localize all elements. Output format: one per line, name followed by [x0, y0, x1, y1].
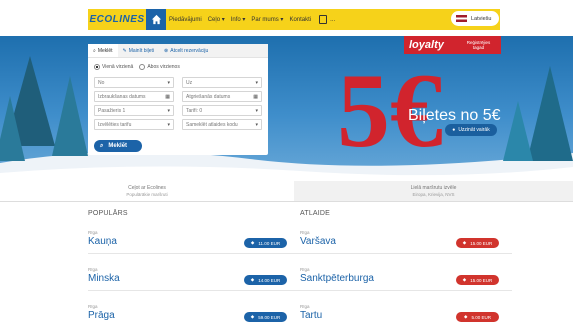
hero-banner: 5€ Biļetes no 5€ ● Uzzināt vairāk	[0, 36, 573, 181]
latvia-flag-icon	[456, 15, 467, 22]
price-button[interactable]: ◆ 15.00 EUR	[456, 238, 499, 248]
cart-icon: ◆	[250, 314, 255, 319]
radio-dot	[94, 64, 100, 70]
chevron-down-icon: ▾	[255, 121, 258, 128]
loyalty-subtitle: Reģistrējies tagad	[466, 39, 491, 50]
promo-code-select[interactable]: Sameklēt atlaides kodu ▾	[182, 119, 262, 130]
search-button-label: Meklēt	[108, 143, 128, 149]
price-button[interactable]: ◆ 14.00 EUR	[244, 275, 287, 285]
radio-return[interactable]: Abos virzienos	[139, 64, 180, 70]
language-selector[interactable]: Latviešu	[451, 11, 499, 26]
nav-item-info[interactable]: Info ▾	[231, 16, 246, 23]
search-form: ⌕ Meklēt ✎ Mainīt biļeti ⊗ Atcelt rezervāci…	[88, 44, 268, 155]
nav-item-offers[interactable]: Piedāvājumi	[169, 17, 202, 23]
tab-travel-with-ecolines[interactable]: Ceļot ar Ecolines Populārākie maršruti	[0, 181, 294, 202]
cancel-icon: ⊗	[164, 47, 169, 54]
chevron-down-icon: ▾	[255, 79, 258, 86]
popular-title: POPULĀRS	[88, 210, 128, 217]
info-icon: ●	[452, 127, 456, 133]
ecolines-logo[interactable]: ECOLINES	[88, 9, 146, 30]
radio-dot	[139, 64, 146, 70]
top-bar: ECOLINES Piedāvājumi Ceļo ▾ Info ▾ Par m…	[0, 0, 573, 36]
search-icon: ⌕	[93, 47, 96, 54]
tab-search[interactable]: ⌕ Meklēt	[88, 44, 118, 57]
info-tabs: Ceļot ar Ecolines Populārākie maršruti L…	[0, 181, 573, 202]
price-button[interactable]: ◆ 11.00 EUR	[244, 238, 287, 248]
main-nav: ECOLINES Piedāvājumi Ceļo ▾ Info ▾ Par m…	[88, 9, 500, 30]
doc-label: ...	[330, 16, 336, 23]
discount-select[interactable]: Izvēlēties tarifu ▾	[94, 119, 174, 130]
search-button[interactable]: ⌕ Meklēt	[94, 140, 142, 152]
popular-routes: POPULĀRS Rīga Kauņa ◆ 11.00 EUR Rīga Mins…	[88, 210, 300, 328]
chevron-down-icon: ▾	[167, 107, 170, 114]
price-button[interactable]: ◆ 59.00 EUR	[244, 312, 287, 322]
trip-type: Vienā virzienā Abos virzienos	[88, 60, 268, 74]
nav-menu: Piedāvājumi Ceļo ▾ Info ▾ Par mums ▾ Kon…	[169, 15, 341, 24]
document-icon	[319, 15, 328, 24]
home-button[interactable]	[146, 9, 166, 30]
tree-right	[503, 66, 573, 161]
loyalty-banner[interactable]: loyalty Reģistrējies tagad	[404, 36, 501, 54]
route-row[interactable]: Rīga Minska ◆ 14.00 EUR	[88, 254, 300, 291]
return-date-field[interactable]: Atgriešanās datums ▦	[182, 91, 262, 102]
cart-icon: ◆	[250, 277, 255, 282]
promo-more-label: Uzzināt vairāk	[458, 127, 490, 133]
passengers-select[interactable]: Pasažieris 1 ▾	[94, 105, 174, 116]
price-button[interactable]: ◆ 15.00 EUR	[456, 275, 499, 285]
ticket-icon: ✎	[122, 47, 127, 54]
nav-item-contacts[interactable]: Kontakti	[289, 17, 311, 23]
cart-icon: ◆	[462, 277, 467, 282]
home-icon	[151, 14, 161, 25]
to-select[interactable]: Uz ▾	[182, 77, 262, 88]
route-row[interactable]: Rīga Kauņa ◆ 11.00 EUR	[88, 217, 300, 254]
cart-icon: ◆	[464, 314, 468, 319]
promo-text: Biļetes no 5€	[408, 107, 501, 124]
route-row[interactable]: Rīga Tartu ◆ 5.00 EUR	[300, 291, 512, 328]
chevron-down-icon: ▾	[167, 121, 170, 128]
cart-icon: ◆	[462, 240, 467, 245]
tab-change-ticket[interactable]: ✎ Mainīt biļeti	[118, 44, 160, 57]
calendar-icon: ▦	[253, 93, 258, 100]
price-button[interactable]: ◆ 5.00 EUR	[456, 312, 499, 322]
loyalty-title: loyalty	[409, 39, 444, 51]
route-row[interactable]: Rīga Varšava ◆ 15.00 EUR	[300, 217, 512, 254]
cart-icon: ◆	[250, 240, 255, 245]
discount-title: ATLAIDE	[300, 210, 331, 217]
nav-item-travel[interactable]: Ceļo ▾	[208, 16, 225, 23]
currency-select[interactable]: Tarifi: 0 ▾	[182, 105, 262, 116]
tab-route-choice[interactable]: Lielā maršrutu izvēle Eiropa, Krievija, …	[294, 181, 573, 202]
chevron-down-icon: ▾	[167, 79, 170, 86]
from-select[interactable]: No ▾	[94, 77, 174, 88]
chevron-down-icon: ▾	[255, 107, 258, 114]
language-label: Latviešu	[471, 15, 492, 22]
search-icon: ⌕	[100, 142, 104, 149]
depart-date-field[interactable]: Izbraukšanas datums ▦	[94, 91, 174, 102]
form-tabs: ⌕ Meklēt ✎ Mainīt biļeti ⊗ Atcelt rezervāci…	[88, 44, 268, 58]
doc-menu[interactable]: ...	[319, 15, 341, 24]
nav-item-about[interactable]: Par mums ▾	[251, 16, 283, 23]
tree-left	[0, 56, 88, 161]
calendar-icon: ▦	[165, 93, 170, 100]
route-row[interactable]: Rīga Prāga ◆ 59.00 EUR	[88, 291, 300, 328]
route-row[interactable]: Rīga Sanktpēterburga ◆ 15.00 EUR	[300, 254, 512, 291]
promo-more-button[interactable]: ● Uzzināt vairāk	[445, 124, 497, 136]
tab-cancel-booking[interactable]: ⊗ Atcelt rezervāciju	[159, 44, 213, 57]
discount-routes: ATLAIDE Rīga Varšava ◆ 15.00 EUR Rīga San…	[300, 210, 512, 328]
radio-one-way[interactable]: Vienā virzienā	[94, 64, 133, 70]
